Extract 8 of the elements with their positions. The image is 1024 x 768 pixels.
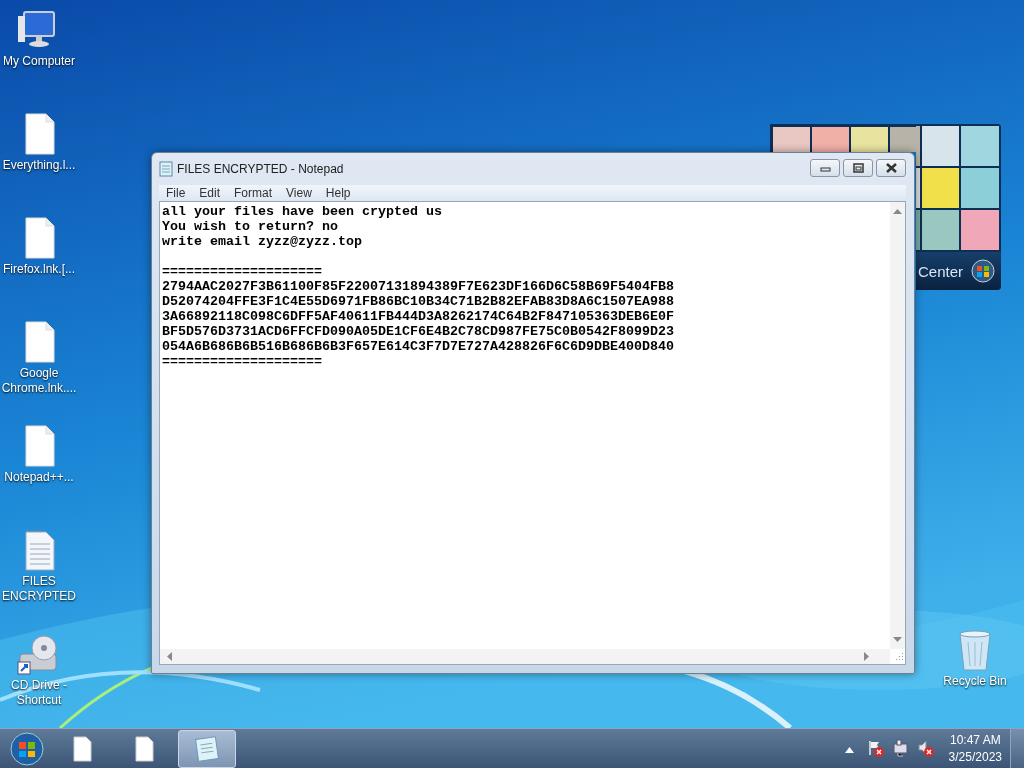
clock-time: 10:47 AM xyxy=(948,731,1002,749)
clock[interactable]: 10:47 AM 3/25/2023 xyxy=(940,731,1010,766)
taskbar-button[interactable] xyxy=(178,729,236,768)
up-arrow-icon xyxy=(844,747,854,753)
speaker-icon[interactable] xyxy=(915,739,935,758)
network-icon[interactable] xyxy=(890,739,910,758)
notepad-icon xyxy=(193,734,221,763)
clock-date: 3/25/2023 xyxy=(948,748,1002,766)
